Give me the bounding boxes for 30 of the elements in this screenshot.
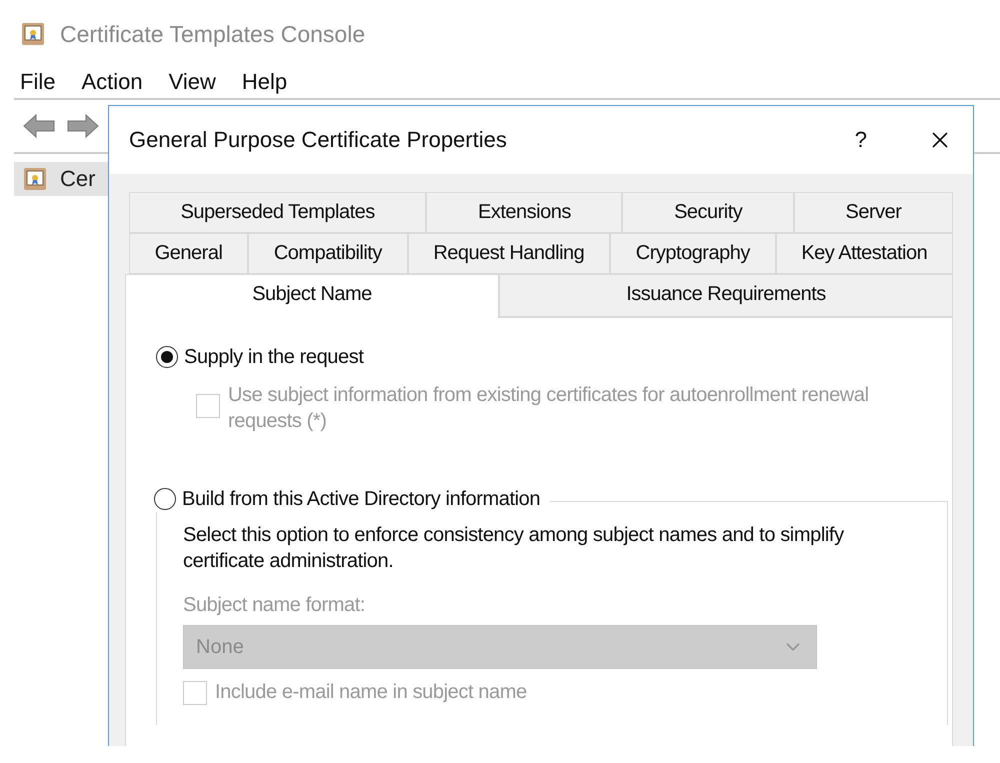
menu-item[interactable]: View xyxy=(168,69,216,95)
radio-label: Supply in the request xyxy=(184,345,364,370)
menu-item[interactable]: File xyxy=(20,69,56,95)
radio-label: Build from this Active Directory information xyxy=(182,487,540,512)
tab[interactable]: Key Attestation xyxy=(776,233,953,274)
tab[interactable]: Extensions xyxy=(426,192,622,233)
menu-item[interactable]: Help xyxy=(242,69,288,95)
window-title: Certificate Templates Console xyxy=(60,20,366,48)
tab[interactable]: Security xyxy=(622,192,794,233)
certificate-icon xyxy=(20,21,46,47)
tab[interactable]: Issuance Requirements xyxy=(499,274,954,317)
checkbox-label: Use subject information from existing certificates for autoenrollment renewal requests (*) xyxy=(228,383,870,434)
tab[interactable]: Cryptography xyxy=(610,233,776,274)
tab[interactable]: Subject Name xyxy=(125,274,500,318)
dialog-title: General Purpose Certificate Properties xyxy=(129,127,508,153)
radio-button[interactable] xyxy=(156,346,178,368)
option-description: Select this option to enforce consistency among subject names and to simplify certificate administration. xyxy=(183,523,845,574)
certificate-icon xyxy=(22,166,48,192)
help-button[interactable]: ? xyxy=(854,127,867,153)
checkbox-label: Include e-mail name in subject name xyxy=(215,680,527,705)
tree-item-label: Cer xyxy=(60,166,96,192)
tab[interactable]: General xyxy=(129,233,248,274)
forward-arrow-icon[interactable] xyxy=(66,112,100,140)
tab[interactable]: Compatibility xyxy=(248,233,408,274)
tab[interactable]: Request Handling xyxy=(408,233,610,274)
menu-item[interactable]: Action xyxy=(81,69,143,95)
tab[interactable]: Server xyxy=(794,192,954,233)
back-arrow-icon[interactable] xyxy=(22,112,56,140)
field-label: Subject name format: xyxy=(183,594,366,617)
tab[interactable]: Superseded Templates xyxy=(129,192,426,233)
